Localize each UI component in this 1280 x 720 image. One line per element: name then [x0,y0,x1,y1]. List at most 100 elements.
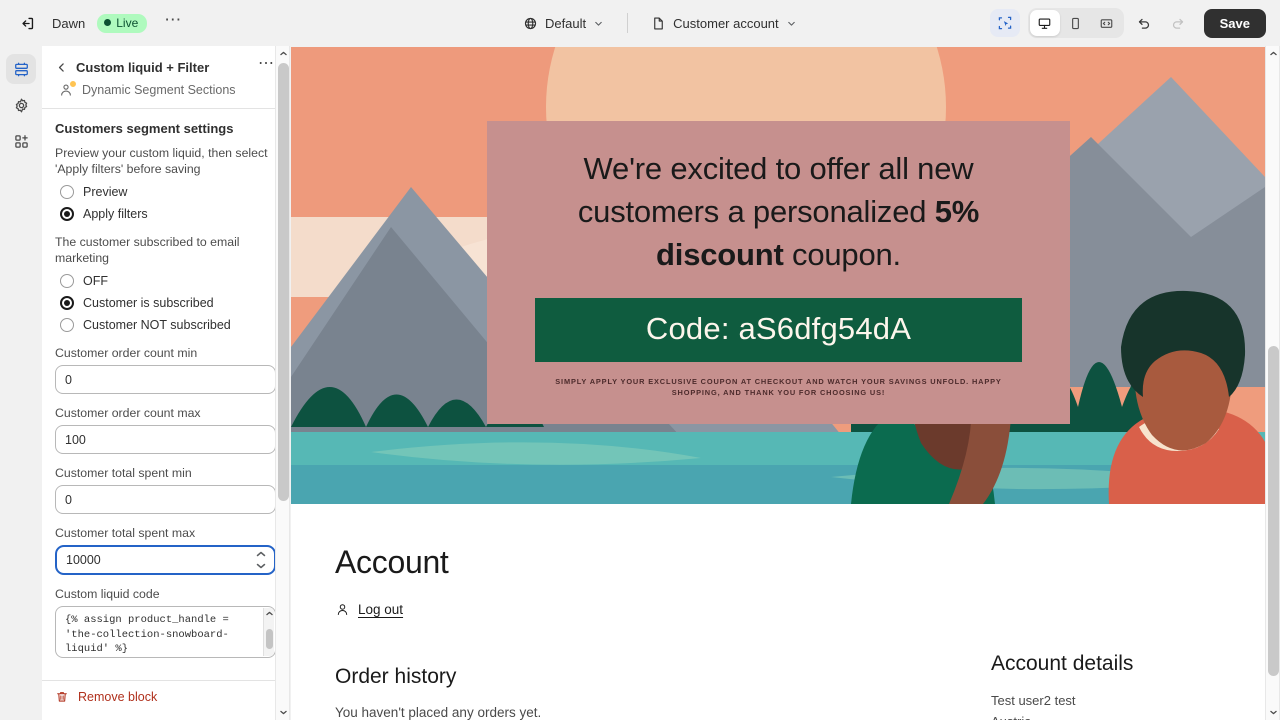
locale-selector-label: Default [544,15,587,31]
status-badge: Live [97,13,148,33]
page-selector[interactable]: Customer account [642,11,806,36]
scroll-up-icon[interactable] [1266,46,1280,61]
scroll-down-icon[interactable] [1266,705,1280,720]
custom-liquid-code-editor[interactable]: {% assign product_handle = 'the-collecti… [55,606,276,658]
view-mobile-button[interactable] [1061,10,1091,36]
radio-indicator [60,274,74,288]
sidebar-scrollbar[interactable] [275,46,290,720]
live-dot-icon [104,19,112,26]
remove-block-button[interactable]: Remove block [55,690,276,704]
sidebar-scrollbar-thumb[interactable] [278,63,289,501]
remove-block-label: Remove block [78,690,158,704]
panel-title-row: Custom liquid + Filter ⋯ [50,55,277,78]
live-badge-label: Live [116,15,139,30]
order-count-min-label: Customer order count min [55,346,198,360]
page-selector-label: Customer account [673,15,779,31]
view-fullwidth-button[interactable] [1092,10,1122,36]
chevron-up-icon [265,611,273,616]
logout-label[interactable]: Log out [358,602,403,617]
account-details-country: Austria [991,714,1221,720]
radio-subscription-not-subscribed[interactable]: Customer NOT subscribed [55,314,276,336]
theme-more-menu-button[interactable]: ⋯ [159,9,187,37]
panel-more-menu-button[interactable]: ⋯ [255,55,277,78]
quantity-stepper[interactable] [255,550,269,570]
rail-settings-button[interactable] [6,90,36,120]
total-spent-max-label: Customer total spent max [55,526,196,540]
topbar-right-group: Save [989,8,1280,38]
desktop-icon [1038,17,1051,29]
order-history-empty-text: You haven't placed any orders yet. [335,705,542,720]
radio-subscription-subscribed[interactable]: Customer is subscribed [55,292,276,314]
settings-panel: Custom liquid + Filter ⋯ Dynamic Segment… [42,46,290,720]
radio-apply-filters[interactable]: Apply filters [55,203,276,225]
app-badge-icon [58,80,77,98]
radio-indicator [60,185,74,199]
radio-preview[interactable]: Preview [55,181,276,203]
account-details-column: Account details Test user2 test Austria [991,544,1221,720]
account-details-name: Test user2 test [991,693,1076,708]
total-spent-max-input[interactable] [55,545,276,575]
radio-indicator-selected [60,296,74,310]
panel-title: Custom liquid + Filter [76,59,210,75]
radio-subscription-off[interactable]: OFF [55,270,276,292]
toolbar-divider [627,13,629,33]
topbar-left-group: Dawn Live ⋯ [0,9,330,37]
total-spent-min-label: Customer total spent min [55,466,192,480]
radio-indicator [60,318,74,332]
total-spent-max-field [55,545,276,575]
rail-sections-button[interactable] [6,54,36,84]
person-icon [337,604,348,615]
chevron-up-icon [256,551,266,557]
total-spent-min-input[interactable] [55,485,276,514]
preview-scrollbar-thumb[interactable] [1268,346,1279,676]
top-bar: Dawn Live ⋯ Default Customer account Sav… [0,0,1280,46]
back-button[interactable] [50,56,72,78]
viewport-toggle-group [1027,8,1124,38]
redo-icon[interactable] [1164,9,1192,37]
subscription-label: The customer subscribed to email marketi… [55,235,240,265]
logout-link-row[interactable]: Log out [335,602,991,617]
locale-selector[interactable]: Default [514,11,613,36]
undo-icon[interactable] [1130,9,1158,37]
panel-header: Custom liquid + Filter ⋯ Dynamic Segment… [42,46,289,108]
section-title: Customers segment settings [55,121,234,136]
chevron-left-icon [58,62,64,72]
custom-liquid-code-label: Custom liquid code [55,587,160,601]
account-details-title: Account details [991,652,1134,675]
order-count-max-label: Customer order count max [55,406,201,420]
code-scrollbar-thumb[interactable] [265,629,273,649]
promo-discount-word: discount [656,237,784,272]
app-source-row[interactable]: Dynamic Segment Sections [50,78,277,108]
radio-label: Preview [83,185,128,199]
exit-icon[interactable] [12,9,40,37]
promo-line-1: We're excited to offer all new [583,151,974,186]
chevron-down-icon [595,21,602,26]
view-desktop-button[interactable] [1029,10,1060,36]
save-button[interactable]: Save [1203,8,1266,38]
promo-line-3-post: coupon. [783,237,901,272]
promo-fine-print: Simply apply your exclusive coupon at ch… [555,377,1002,397]
promo-banner: We're excited to offer all new customers… [487,121,1070,424]
order-count-min-input[interactable] [55,365,276,394]
inspect-icon[interactable] [989,9,1020,37]
radio-label: OFF [83,274,108,288]
code-scrollbar[interactable] [263,608,274,656]
account-page: Account Log out Order history You haven'… [291,504,1265,720]
promo-discount-percent: 5% [934,194,980,229]
order-count-max-input[interactable] [55,425,276,454]
order-history-title: Order history [335,665,457,688]
preview-help-text: Preview your custom liquid, then select … [55,146,268,176]
preview-scrollbar[interactable] [1265,46,1280,720]
promo-banner-heading: We're excited to offer all new customers… [535,147,1022,276]
rail-apps-button[interactable] [6,126,36,156]
radio-label: Apply filters [83,207,148,221]
theme-preview: We're excited to offer all new customers… [291,47,1265,720]
sections-icon [14,62,28,76]
page-title: Account [335,544,449,580]
scroll-up-icon[interactable] [276,46,291,61]
trash-icon [57,692,67,702]
scroll-down-icon[interactable] [276,705,291,720]
panel-footer: Remove block [42,680,289,720]
hero-illustration: We're excited to offer all new customers… [291,47,1265,504]
app-source-label: Dynamic Segment Sections [82,83,236,97]
